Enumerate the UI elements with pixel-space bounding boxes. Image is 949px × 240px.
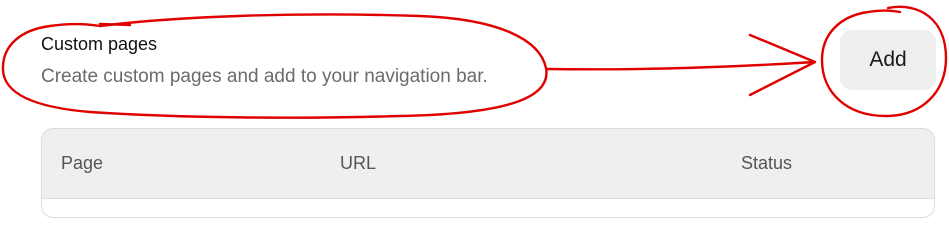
add-button[interactable]: Add xyxy=(840,30,936,90)
annotation-arrow-head xyxy=(748,33,817,97)
custom-pages-panel: Custom pages Create custom pages and add… xyxy=(0,0,949,218)
annotation-arrow-line xyxy=(545,60,817,71)
column-header-status[interactable]: Status xyxy=(741,153,792,174)
column-header-page[interactable]: Page xyxy=(61,153,103,174)
table-header: Page URL Status xyxy=(42,129,934,199)
annotation-stroke-top xyxy=(98,22,132,27)
custom-pages-table: Page URL Status xyxy=(41,128,935,218)
section-description: Create custom pages and add to your navi… xyxy=(41,66,488,87)
section-title: Custom pages xyxy=(41,34,158,54)
column-header-url[interactable]: URL xyxy=(340,153,376,174)
